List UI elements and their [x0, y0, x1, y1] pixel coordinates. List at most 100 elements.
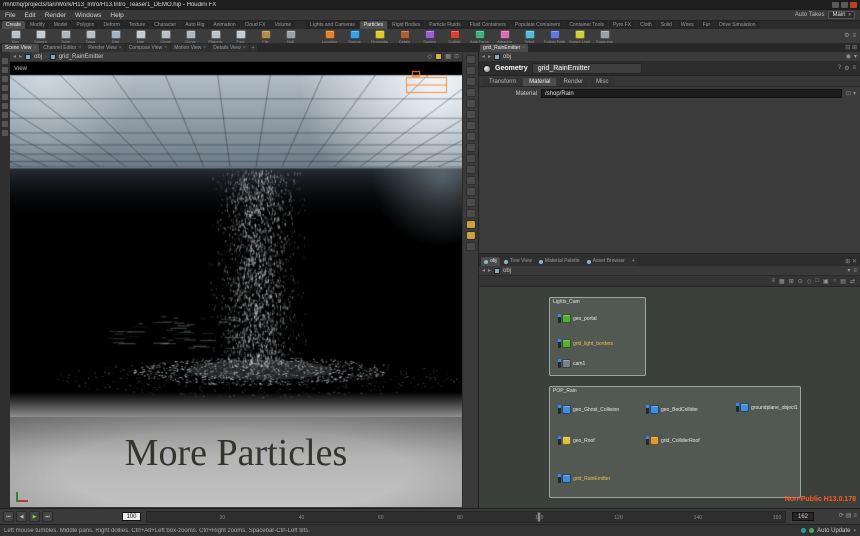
- node-flags[interactable]: [558, 436, 561, 445]
- pane-tab-obj[interactable]: obj: [481, 257, 500, 266]
- maximize-button[interactable]: [841, 2, 848, 8]
- display-option-icon[interactable]: [466, 231, 476, 240]
- display-option-icon[interactable]: [466, 55, 476, 64]
- playbar-cursor[interactable]: [538, 512, 541, 522]
- view-menu-label[interactable]: View: [14, 66, 27, 72]
- display-option-icon[interactable]: [466, 220, 476, 229]
- help-icon[interactable]: ?: [838, 65, 841, 72]
- close-button[interactable]: [850, 2, 857, 8]
- network-tool-icon[interactable]: ○: [833, 278, 837, 284]
- back-icon[interactable]: ◂: [482, 267, 485, 274]
- network-path-crumb[interactable]: obj: [503, 268, 511, 274]
- network-tool-icon[interactable]: ⊞: [789, 278, 794, 285]
- node-chooser-icon[interactable]: ⊡: [846, 90, 851, 97]
- scene-viewport[interactable]: View More Particles: [10, 62, 462, 507]
- current-frame-field[interactable]: 100: [122, 512, 141, 521]
- shelf-tab-deform[interactable]: Deform: [99, 21, 123, 29]
- viewport-tool-icon[interactable]: [2, 67, 8, 73]
- shelf-tool-location[interactable]: Location: [317, 29, 342, 43]
- play-button[interactable]: ▶: [29, 511, 40, 522]
- shelf-tab-lights-and-cameras[interactable]: Lights and Cameras: [306, 21, 359, 29]
- shelf-tab-texture[interactable]: Texture: [125, 21, 149, 29]
- network-box-lights-cam[interactable]: Lights_Camgeo_portalgrid_light_bordersca…: [549, 297, 646, 376]
- viewport-tool-icon[interactable]: [2, 103, 8, 109]
- shelf-tool-null[interactable]: Null: [278, 29, 303, 43]
- network-tool-icon[interactable]: ▦: [779, 278, 785, 285]
- node-geo-ghost-collision[interactable]: geo_Ghost_Collision: [558, 404, 619, 415]
- param-path-crumb[interactable]: obj: [503, 54, 511, 60]
- end-frame-field[interactable]: 162: [792, 512, 814, 521]
- param-tab-material[interactable]: Material: [523, 78, 556, 86]
- shelf-tab-particles[interactable]: Particles: [360, 21, 387, 29]
- loop-icon[interactable]: ⟳: [839, 511, 844, 522]
- display-option-icon[interactable]: [466, 154, 476, 163]
- display-option-icon[interactable]: [466, 88, 476, 97]
- display-option-icon[interactable]: [466, 99, 476, 108]
- shelf-tool-file[interactable]: File: [253, 29, 278, 43]
- shelf-tool-torus[interactable]: Torus: [78, 29, 103, 43]
- viewport-render[interactable]: [10, 62, 462, 417]
- network-tool-icon[interactable]: ▤: [840, 278, 846, 285]
- node-geo-bedcollider[interactable]: geo_BedCollider: [646, 404, 698, 415]
- viewport-tool-icon[interactable]: [2, 130, 8, 136]
- node-grid-light-borders[interactable]: grid_light_borders: [558, 338, 613, 349]
- shelf-tab-cloud-fx[interactable]: Cloud FX: [241, 21, 270, 29]
- node-flags[interactable]: [558, 359, 561, 368]
- shelf-tab-auto-rig[interactable]: Auto Rig: [181, 21, 208, 29]
- chevron-down-icon[interactable]: ▾: [853, 528, 856, 534]
- node-geo-portal[interactable]: geo_portal: [558, 313, 597, 324]
- shelf-tab-wires[interactable]: Wires: [677, 21, 698, 29]
- node-flags[interactable]: [558, 339, 561, 348]
- display-option-icon[interactable]: [466, 143, 476, 152]
- viewport-tool-icon[interactable]: [2, 85, 8, 91]
- shelf-list-icon[interactable]: ≡: [852, 29, 856, 43]
- forward-icon[interactable]: ▸: [19, 53, 22, 60]
- minimize-button[interactable]: [832, 2, 839, 8]
- close-icon[interactable]: ×: [164, 44, 167, 52]
- pane-tab-tree-view[interactable]: Tree View: [501, 257, 535, 266]
- go-to-start-button[interactable]: ⏮: [3, 511, 14, 522]
- pane-tab-scene-view[interactable]: Scene View×: [2, 44, 39, 52]
- shelf-tool-suppress[interactable]: Suppress: [592, 29, 617, 43]
- shelf-tab-character[interactable]: Character: [150, 21, 180, 29]
- shelf-tool-tube[interactable]: Tube: [53, 29, 78, 43]
- display-option-icon[interactable]: [466, 132, 476, 141]
- play-reverse-button[interactable]: ◀: [16, 511, 27, 522]
- pane-tab-channel-editor[interactable]: Channel Editor×: [40, 44, 84, 52]
- shelf-tool-circle[interactable]: Circle: [153, 29, 178, 43]
- node-flags[interactable]: [558, 474, 561, 483]
- display-option-icon[interactable]: [466, 176, 476, 185]
- playbar-menu-icon[interactable]: ≡: [853, 511, 857, 522]
- display-option-icon[interactable]: [466, 110, 476, 119]
- network-box-pop-rain[interactable]: POP_Raingeo_Ghost_Collisiongeo_BedCollid…: [549, 386, 801, 498]
- shelf-tab-modify[interactable]: Modify: [26, 21, 49, 29]
- pin-icon[interactable]: ◉: [846, 53, 851, 60]
- auto-update-selector[interactable]: Auto Update: [817, 528, 850, 534]
- viewport-tool-icon[interactable]: [2, 121, 8, 127]
- network-tool-icon[interactable]: ▣: [823, 278, 829, 285]
- viewport-tool-icon[interactable]: [2, 112, 8, 118]
- menu-windows[interactable]: Windows: [75, 12, 101, 19]
- back-icon[interactable]: ◂: [13, 53, 16, 60]
- network-tool-icon[interactable]: ⇄: [850, 278, 855, 285]
- shelf-tool-curve[interactable]: Curve: [178, 29, 203, 43]
- add-pane-tab-button[interactable]: +: [250, 44, 257, 52]
- menu-edit[interactable]: Edit: [24, 12, 35, 19]
- display-option-icon[interactable]: [466, 165, 476, 174]
- select-mode-icon[interactable]: [435, 53, 442, 60]
- viewport-tool-icon[interactable]: [2, 58, 8, 64]
- node-flags[interactable]: [558, 405, 561, 414]
- shelf-tool-speed-limit[interactable]: Speed Limit: [567, 29, 592, 43]
- shelf-tab-rigid-bodies[interactable]: Rigid Bodies: [388, 21, 424, 29]
- pane-tab-details-view[interactable]: Details View×: [210, 44, 248, 52]
- filter-icon[interactable]: ▾: [847, 267, 850, 274]
- param-tab-render[interactable]: Render: [557, 78, 589, 86]
- shelf-tab-polygon[interactable]: Polygon: [72, 21, 98, 29]
- shelf-tool-platonic[interactable]: Platonic: [203, 29, 228, 43]
- shelf-tool-attractor[interactable]: Attractor: [492, 29, 517, 43]
- param-tab-transform[interactable]: Transform: [483, 78, 522, 86]
- node-geo-roof[interactable]: geo_Roof: [558, 435, 595, 446]
- network-tool-icon[interactable]: ⊙: [798, 278, 803, 285]
- display-option-icon[interactable]: [466, 187, 476, 196]
- menu-icon[interactable]: ≡: [852, 65, 856, 72]
